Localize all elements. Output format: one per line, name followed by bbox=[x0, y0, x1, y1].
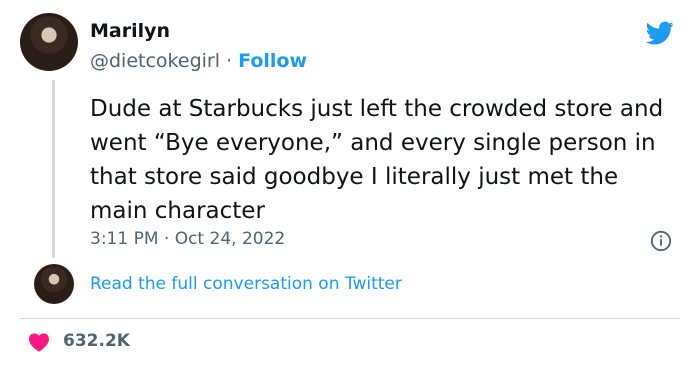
twitter-bird-icon[interactable] bbox=[644, 19, 676, 47]
read-conversation-link[interactable]: Read the full conversation on Twitter bbox=[90, 274, 402, 294]
heart-icon[interactable] bbox=[28, 332, 50, 352]
author-handle-row: @dietcokegirl · Follow bbox=[90, 50, 307, 72]
author-name[interactable]: Marilyn bbox=[90, 20, 170, 42]
follow-button[interactable]: Follow bbox=[238, 50, 307, 72]
thread-line bbox=[52, 80, 55, 258]
info-icon[interactable] bbox=[650, 230, 672, 252]
tweet-timestamp[interactable]: 3:11 PM · Oct 24, 2022 bbox=[90, 229, 285, 249]
author-avatar[interactable] bbox=[20, 13, 78, 71]
tweet-text: Dude at Starbucks just left the crowded … bbox=[90, 96, 664, 224]
author-handle[interactable]: @dietcokegirl bbox=[90, 50, 220, 72]
like-count: 632.2K bbox=[63, 331, 130, 351]
reply-avatar[interactable] bbox=[34, 264, 74, 304]
embedded-tweet-card: Marilyn @dietcokegirl · Follow Dude at S… bbox=[0, 0, 700, 369]
handle-separator: · bbox=[226, 50, 233, 72]
divider bbox=[20, 318, 680, 319]
